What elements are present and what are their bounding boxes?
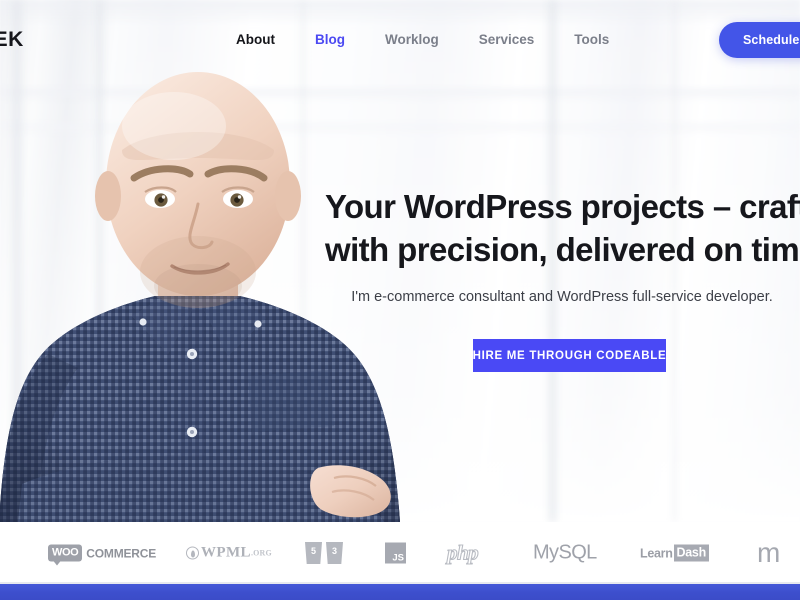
- woocommerce-logo: WOO COMMERCE: [48, 544, 157, 566]
- javascript-logo: JS: [385, 542, 406, 564]
- wpml-logo-text: WPML: [201, 544, 251, 561]
- hero-copy: Your WordPress projects – crafted with p…: [325, 185, 800, 307]
- wpml-logo: WPML .ORG: [186, 545, 272, 562]
- php-logo-text: php: [446, 540, 479, 565]
- site-logo[interactable]: DEK: [0, 28, 24, 52]
- html5-shield-label: 5: [310, 545, 316, 556]
- nav-links: About Blog Worklog Services Tools: [236, 31, 609, 49]
- mysql-logo-text: MySQL: [533, 541, 597, 564]
- client-technology-logo-strip: ss WOO COMMERCE WPML .ORG 5 3: [0, 522, 800, 584]
- html5-css3-logos: 5 3: [305, 542, 343, 564]
- moodle-logo-text: m: [757, 537, 781, 568]
- html5-shield-icon: 5: [305, 542, 322, 564]
- php-logo: php: [446, 540, 479, 566]
- css3-shield-icon: 3: [326, 542, 343, 564]
- hero-headline: Your WordPress projects – crafted with p…: [325, 185, 800, 271]
- javascript-logo-text: JS: [392, 552, 404, 563]
- woocommerce-logo-text: COMMERCE: [86, 546, 157, 560]
- hire-me-button-label: HIRE ME THROUGH CODEABLE: [472, 349, 667, 362]
- bottom-accent-band: [0, 584, 800, 600]
- schedule-a-call-button[interactable]: Schedule a Call: [719, 22, 800, 58]
- hero-subheadline: I'm e-commerce consultant and WordPress …: [351, 289, 773, 305]
- wpml-globe-icon: [186, 546, 199, 560]
- moodle-logo: m: [757, 537, 781, 568]
- wpml-logo-suffix: .ORG: [250, 548, 272, 558]
- page-root: Your WordPress projects – crafted with p…: [0, 0, 800, 600]
- top-navigation-bar: DEK About Blog Worklog Services Tools Sc…: [0, 0, 800, 80]
- nav-link-blog[interactable]: Blog: [315, 31, 345, 49]
- learndash-logo-highlight: Dash: [673, 544, 709, 562]
- schedule-a-call-button-label: Schedule a Call: [743, 33, 800, 47]
- learndash-logo-text: Learn: [640, 546, 673, 560]
- woocommerce-logo-mark: WOO: [48, 544, 83, 566]
- mysql-logo: MySQL: [533, 542, 597, 565]
- bottom-band-hairline: [0, 582, 800, 584]
- nav-link-tools[interactable]: Tools: [574, 31, 609, 49]
- hero-headline-line-2: with precision, delivered on time: [325, 231, 800, 268]
- nav-link-services[interactable]: Services: [479, 31, 535, 49]
- css3-shield-label: 3: [331, 545, 337, 556]
- learndash-logo: Learn Dash: [640, 544, 709, 562]
- javascript-logo-box: JS: [385, 542, 406, 564]
- hero-headline-line-1: Your WordPress projects – crafted: [325, 188, 800, 225]
- nav-link-about[interactable]: About: [236, 31, 275, 49]
- hire-me-button[interactable]: HIRE ME THROUGH CODEABLE: [473, 339, 666, 372]
- nav-link-worklog[interactable]: Worklog: [385, 31, 439, 49]
